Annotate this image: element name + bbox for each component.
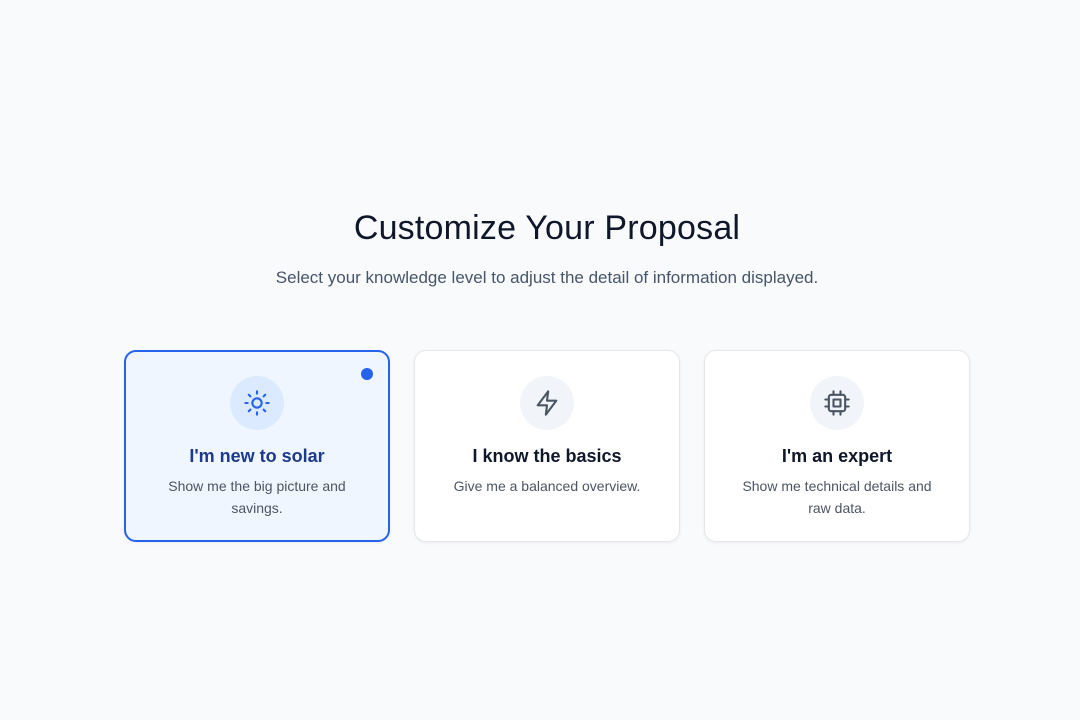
option-description: Show me the big picture and savings.	[168, 478, 346, 516]
option-title: I know the basics	[472, 446, 622, 466]
option-description: Show me technical details and raw data.	[742, 478, 932, 516]
knowledge-level-page: Customize Your Proposal Select your know…	[0, 0, 1080, 720]
selected-indicator-dot	[361, 368, 373, 380]
option-card-new-to-solar[interactable]: I'm new to solar Show me the big picture…	[124, 350, 390, 542]
page-title: Customize Your Proposal	[353, 209, 741, 247]
cpu-chip-icon	[824, 390, 850, 416]
lightning-bolt-icon-badge	[520, 376, 574, 430]
option-description: Give me a balanced overview.	[453, 478, 641, 494]
option-title: I'm new to solar	[189, 446, 325, 466]
option-card-know-basics[interactable]: I know the basics Give me a balanced ove…	[414, 350, 680, 542]
page-subtitle: Select your knowledge level to adjust th…	[275, 268, 819, 287]
cpu-chip-icon-badge	[810, 376, 864, 430]
option-card-expert[interactable]: I'm an expert Show me technical details …	[704, 350, 970, 542]
page-header: Customize Your Proposal Select your know…	[0, 206, 1080, 290]
sun-icon	[244, 390, 270, 416]
sun-icon-badge	[230, 376, 284, 430]
option-title: I'm an expert	[781, 446, 893, 466]
lightning-bolt-icon	[536, 390, 558, 416]
knowledge-level-options: I'm new to solar Show me the big picture…	[124, 350, 970, 542]
